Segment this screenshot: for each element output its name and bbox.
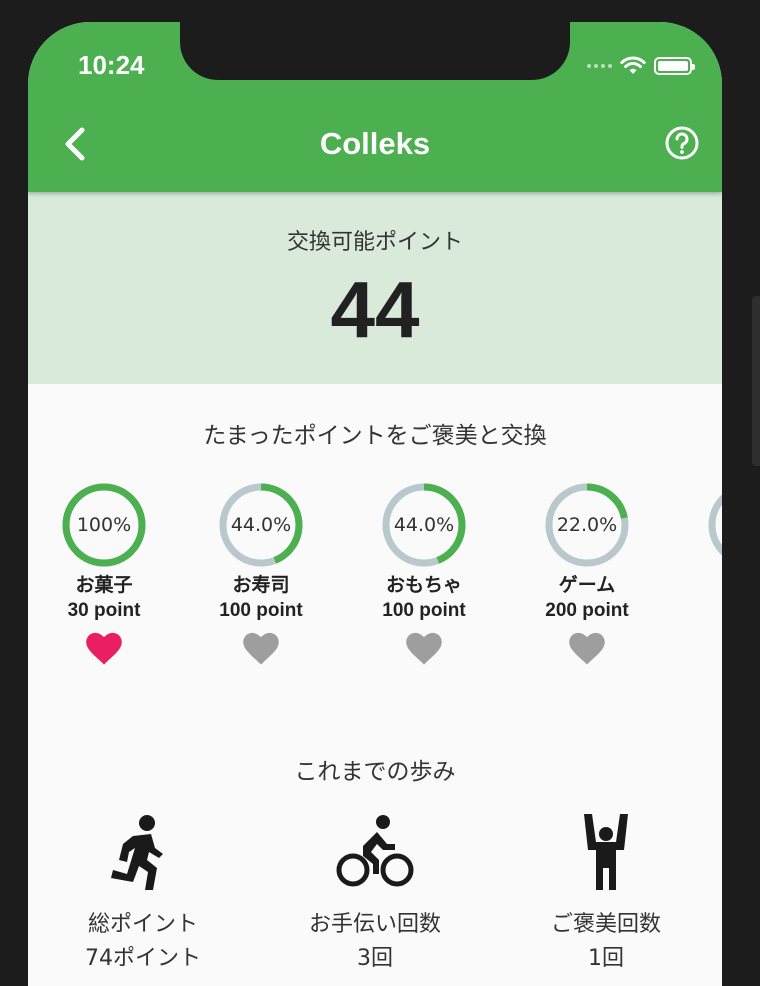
status-time: 10:24	[78, 50, 145, 80]
reward-name: お菓子	[75, 574, 133, 596]
progress-ring	[707, 482, 722, 568]
stat-label: お手伝い回数	[308, 912, 441, 937]
cyclist-icon	[336, 815, 414, 887]
history-section-title: これまでの歩み	[294, 759, 456, 785]
stat-total-points: 総ポイント 74ポイント	[43, 812, 243, 974]
reward-card[interactable]: 44.0% おもちゃ 100 point	[348, 482, 500, 670]
points-label: 交換可能ポイント	[286, 230, 463, 255]
help-button[interactable]	[664, 125, 700, 161]
progress-percent: 44.0%	[230, 514, 292, 536]
progress-ring: 100%	[61, 482, 147, 568]
status-icons	[587, 56, 695, 76]
reward-card[interactable]: 44.0% お寿司 100 point	[185, 482, 337, 670]
battery-icon	[654, 57, 695, 75]
reward-cost: 100 point	[382, 600, 466, 621]
stat-label: ご褒美回数	[550, 912, 661, 937]
reward-name: お寿司	[232, 574, 290, 596]
walking-person-icon	[111, 815, 163, 890]
wifi-icon	[620, 56, 646, 74]
reward-card[interactable]: 100% お菓子 30 point	[28, 482, 180, 670]
points-value: 44	[330, 265, 420, 354]
stat-label: 総ポイント	[87, 912, 198, 937]
reward-cost: 30 point	[67, 600, 141, 621]
history-stats: 総ポイント 74ポイント お手伝い回数 3回 ご褒美回数 1回	[28, 812, 722, 982]
help-circle-icon	[665, 126, 699, 160]
device-notch	[180, 22, 570, 80]
reward-card-partial[interactable]: 3	[674, 482, 722, 598]
stat-value: 1回	[588, 946, 624, 971]
heart-icon[interactable]	[242, 632, 280, 666]
heart-icon[interactable]	[85, 632, 123, 666]
stat-value: 74ポイント	[85, 946, 201, 971]
progress-ring: 44.0%	[381, 482, 467, 568]
rewards-list[interactable]: 100% お菓子 30 point 44.0% お寿司 100 point 44…	[28, 482, 722, 672]
app-bar: 10:24 Colleks	[28, 22, 722, 192]
progress-percent: 22.0%	[556, 514, 618, 536]
reward-card[interactable]: 22.0% ゲーム 200 point	[511, 482, 663, 670]
progress-ring: 22.0%	[544, 482, 630, 568]
stat-reward-count: ご褒美回数 1回	[506, 812, 706, 974]
heart-icon[interactable]	[405, 632, 443, 666]
phone-screen: 10:24 Colleks 交換可能ポイント 44 たまったポイントをご褒美と交…	[28, 22, 722, 986]
stat-help-count: お手伝い回数 3回	[275, 812, 475, 974]
reward-name: ゲーム	[558, 574, 616, 596]
device-side-button	[752, 296, 760, 466]
heart-icon[interactable]	[568, 632, 606, 666]
reward-name: おもちゃ	[385, 574, 462, 596]
reward-cost: 100 point	[219, 600, 303, 621]
app-title: Colleks	[319, 126, 431, 161]
progress-ring: 44.0%	[218, 482, 304, 568]
exchangeable-points-panel: 交換可能ポイント 44	[28, 192, 722, 384]
stat-value: 3回	[357, 946, 393, 971]
progress-percent: 44.0%	[393, 514, 455, 536]
reward-cost: 3	[674, 572, 722, 598]
cellular-signal-icon	[587, 64, 612, 68]
progress-percent: 100%	[76, 514, 132, 536]
reward-cost: 200 point	[545, 600, 629, 621]
rewards-section-title: たまったポイントをご褒美と交換	[203, 423, 547, 449]
raised-arms-person-icon	[584, 814, 628, 890]
